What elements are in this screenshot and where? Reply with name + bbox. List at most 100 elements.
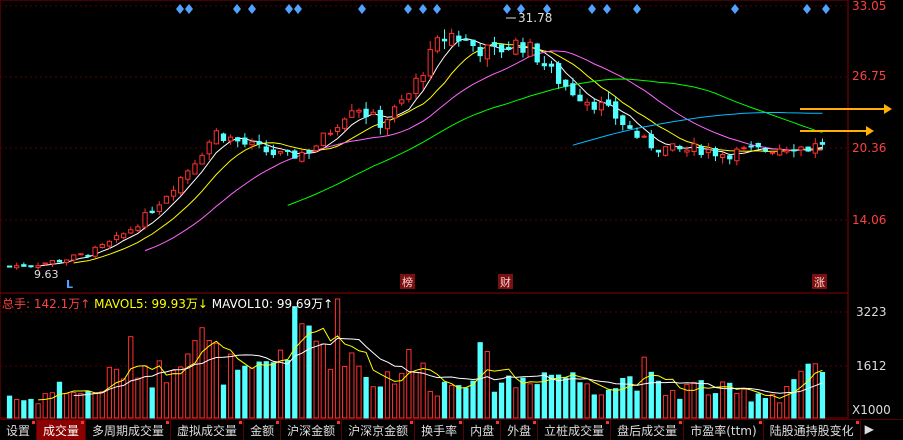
- candle-body: [548, 63, 555, 67]
- candle-body: [677, 145, 683, 150]
- candle-body: [292, 150, 298, 159]
- volume-bar: [256, 361, 262, 419]
- volume-bar: [227, 353, 234, 419]
- kline-chart[interactable]: 31.78 9.63 L 榜 财 涨 33.05 26.75 20.36 14.06 3223 16…: [0, 0, 903, 419]
- candle-body: [6, 265, 13, 268]
- volume-bar: [534, 384, 540, 419]
- mavol-line-5: [38, 327, 823, 401]
- candle-body: [128, 229, 134, 234]
- volume-bar: [235, 369, 241, 419]
- price-tick-label: 14.06: [852, 213, 886, 227]
- arrow-head-icon: [884, 104, 892, 114]
- volume-bar: [156, 360, 162, 419]
- candle-body: [363, 108, 369, 118]
- indicator-tab-bar: 设置 成交量 多周期成交量 虚拟成交量 金额 沪深金额 沪深京金额 换手率 内盘 外盘 立桩成交量盘…: [0, 419, 903, 440]
- tab-corner-mark: [606, 421, 610, 424]
- candle-body: [655, 149, 662, 153]
- tab-10[interactable]: 立桩成交量: [538, 420, 612, 440]
- candle-body: [506, 46, 512, 50]
- volume-bar: [170, 370, 177, 419]
- volume-bar: [135, 377, 141, 419]
- volume-bar: [149, 387, 155, 419]
- tab-12[interactable]: 市盈率(ttm): [684, 420, 764, 440]
- volume-bar: [128, 336, 134, 419]
- candle-body: [534, 43, 540, 63]
- tab-corner-mark: [239, 421, 243, 424]
- candle-body: [541, 63, 547, 67]
- high-price-label: 31.78: [518, 11, 552, 25]
- candle-body: [21, 264, 27, 267]
- volume-legend-mavol5: MAVOL5: 99.93万↓: [94, 297, 208, 311]
- volume-bar: [370, 386, 376, 419]
- volume-bar: [755, 393, 761, 419]
- tab-0[interactable]: 设置: [0, 420, 38, 440]
- volume-bar: [327, 368, 334, 419]
- candle-body: [285, 149, 291, 152]
- tab-corner-mark: [459, 421, 463, 424]
- tab-11[interactable]: 盘后成交量: [611, 420, 685, 440]
- candle-body: [384, 119, 391, 130]
- candle-body: [498, 44, 505, 53]
- volume-bar: [698, 380, 704, 419]
- tab-scroll-right-icon[interactable]: ▶: [861, 420, 878, 440]
- volume-bar: [777, 402, 783, 419]
- candle-body: [270, 149, 277, 156]
- volume-bar: [712, 393, 719, 419]
- candle-body: [719, 154, 726, 158]
- tab-6[interactable]: 沪深京金额: [342, 420, 416, 440]
- tab-5[interactable]: 沪深金额: [281, 420, 343, 440]
- candle-body: [78, 253, 84, 256]
- volume-bar: [270, 362, 277, 419]
- tab-corner-mark: [758, 421, 762, 424]
- volume-bar: [605, 389, 612, 419]
- candle-body: [49, 260, 55, 265]
- candle-body: [391, 106, 398, 119]
- tab-1[interactable]: 成交量: [37, 420, 87, 440]
- volume-bar: [306, 325, 312, 419]
- candle-body: [377, 109, 383, 128]
- candle-body: [42, 262, 48, 265]
- volume-bar: [748, 401, 754, 419]
- candle-body: [406, 93, 412, 100]
- candle-body: [135, 226, 141, 231]
- tab-3[interactable]: 虚拟成交量: [171, 420, 245, 440]
- event-diamond-icon: [822, 4, 830, 14]
- candle-body: [819, 142, 826, 145]
- tab-corner-mark: [855, 421, 859, 424]
- volume-bar: [342, 365, 348, 419]
- volume-bar: [35, 403, 41, 419]
- candle-body: [527, 41, 533, 57]
- candle-body: [92, 246, 98, 257]
- tab-4[interactable]: 金额: [244, 420, 282, 440]
- candle-body: [299, 151, 305, 162]
- candle-body: [748, 145, 754, 148]
- tab-7[interactable]: 换手率: [415, 420, 465, 440]
- candle-body: [220, 133, 227, 141]
- volume-bar: [6, 395, 13, 419]
- tab-13[interactable]: 陆股通持股变化: [764, 420, 861, 440]
- event-badge-label: 榜: [402, 275, 413, 289]
- tab-9[interactable]: 外盘: [501, 420, 539, 440]
- volume-bar: [449, 384, 455, 419]
- price-panel-frame: [0, 0, 849, 294]
- tab-corner-mark: [337, 421, 341, 424]
- candle-body: [791, 149, 797, 152]
- candle-body: [777, 148, 783, 156]
- volume-bar: [627, 376, 633, 419]
- volume-bar: [520, 377, 526, 419]
- candle-body: [441, 38, 448, 42]
- candle-body: [513, 39, 519, 55]
- volume-bar: [142, 365, 148, 419]
- volume-bar: [206, 339, 212, 419]
- candle-body: [156, 204, 162, 213]
- volume-legend-mavol10: MAVOL10: 99.69万↑: [211, 297, 334, 311]
- tab-corner-mark: [533, 421, 537, 424]
- volume-bar: [691, 381, 697, 419]
- tab-2[interactable]: 多周期成交量: [86, 420, 172, 440]
- volume-bar: [563, 377, 569, 419]
- event-badge-label: 涨: [814, 276, 825, 289]
- candle-body: [491, 42, 498, 47]
- tab-8[interactable]: 内盘: [464, 420, 502, 440]
- volume-bar: [648, 371, 654, 419]
- tab-corner-mark: [410, 421, 414, 424]
